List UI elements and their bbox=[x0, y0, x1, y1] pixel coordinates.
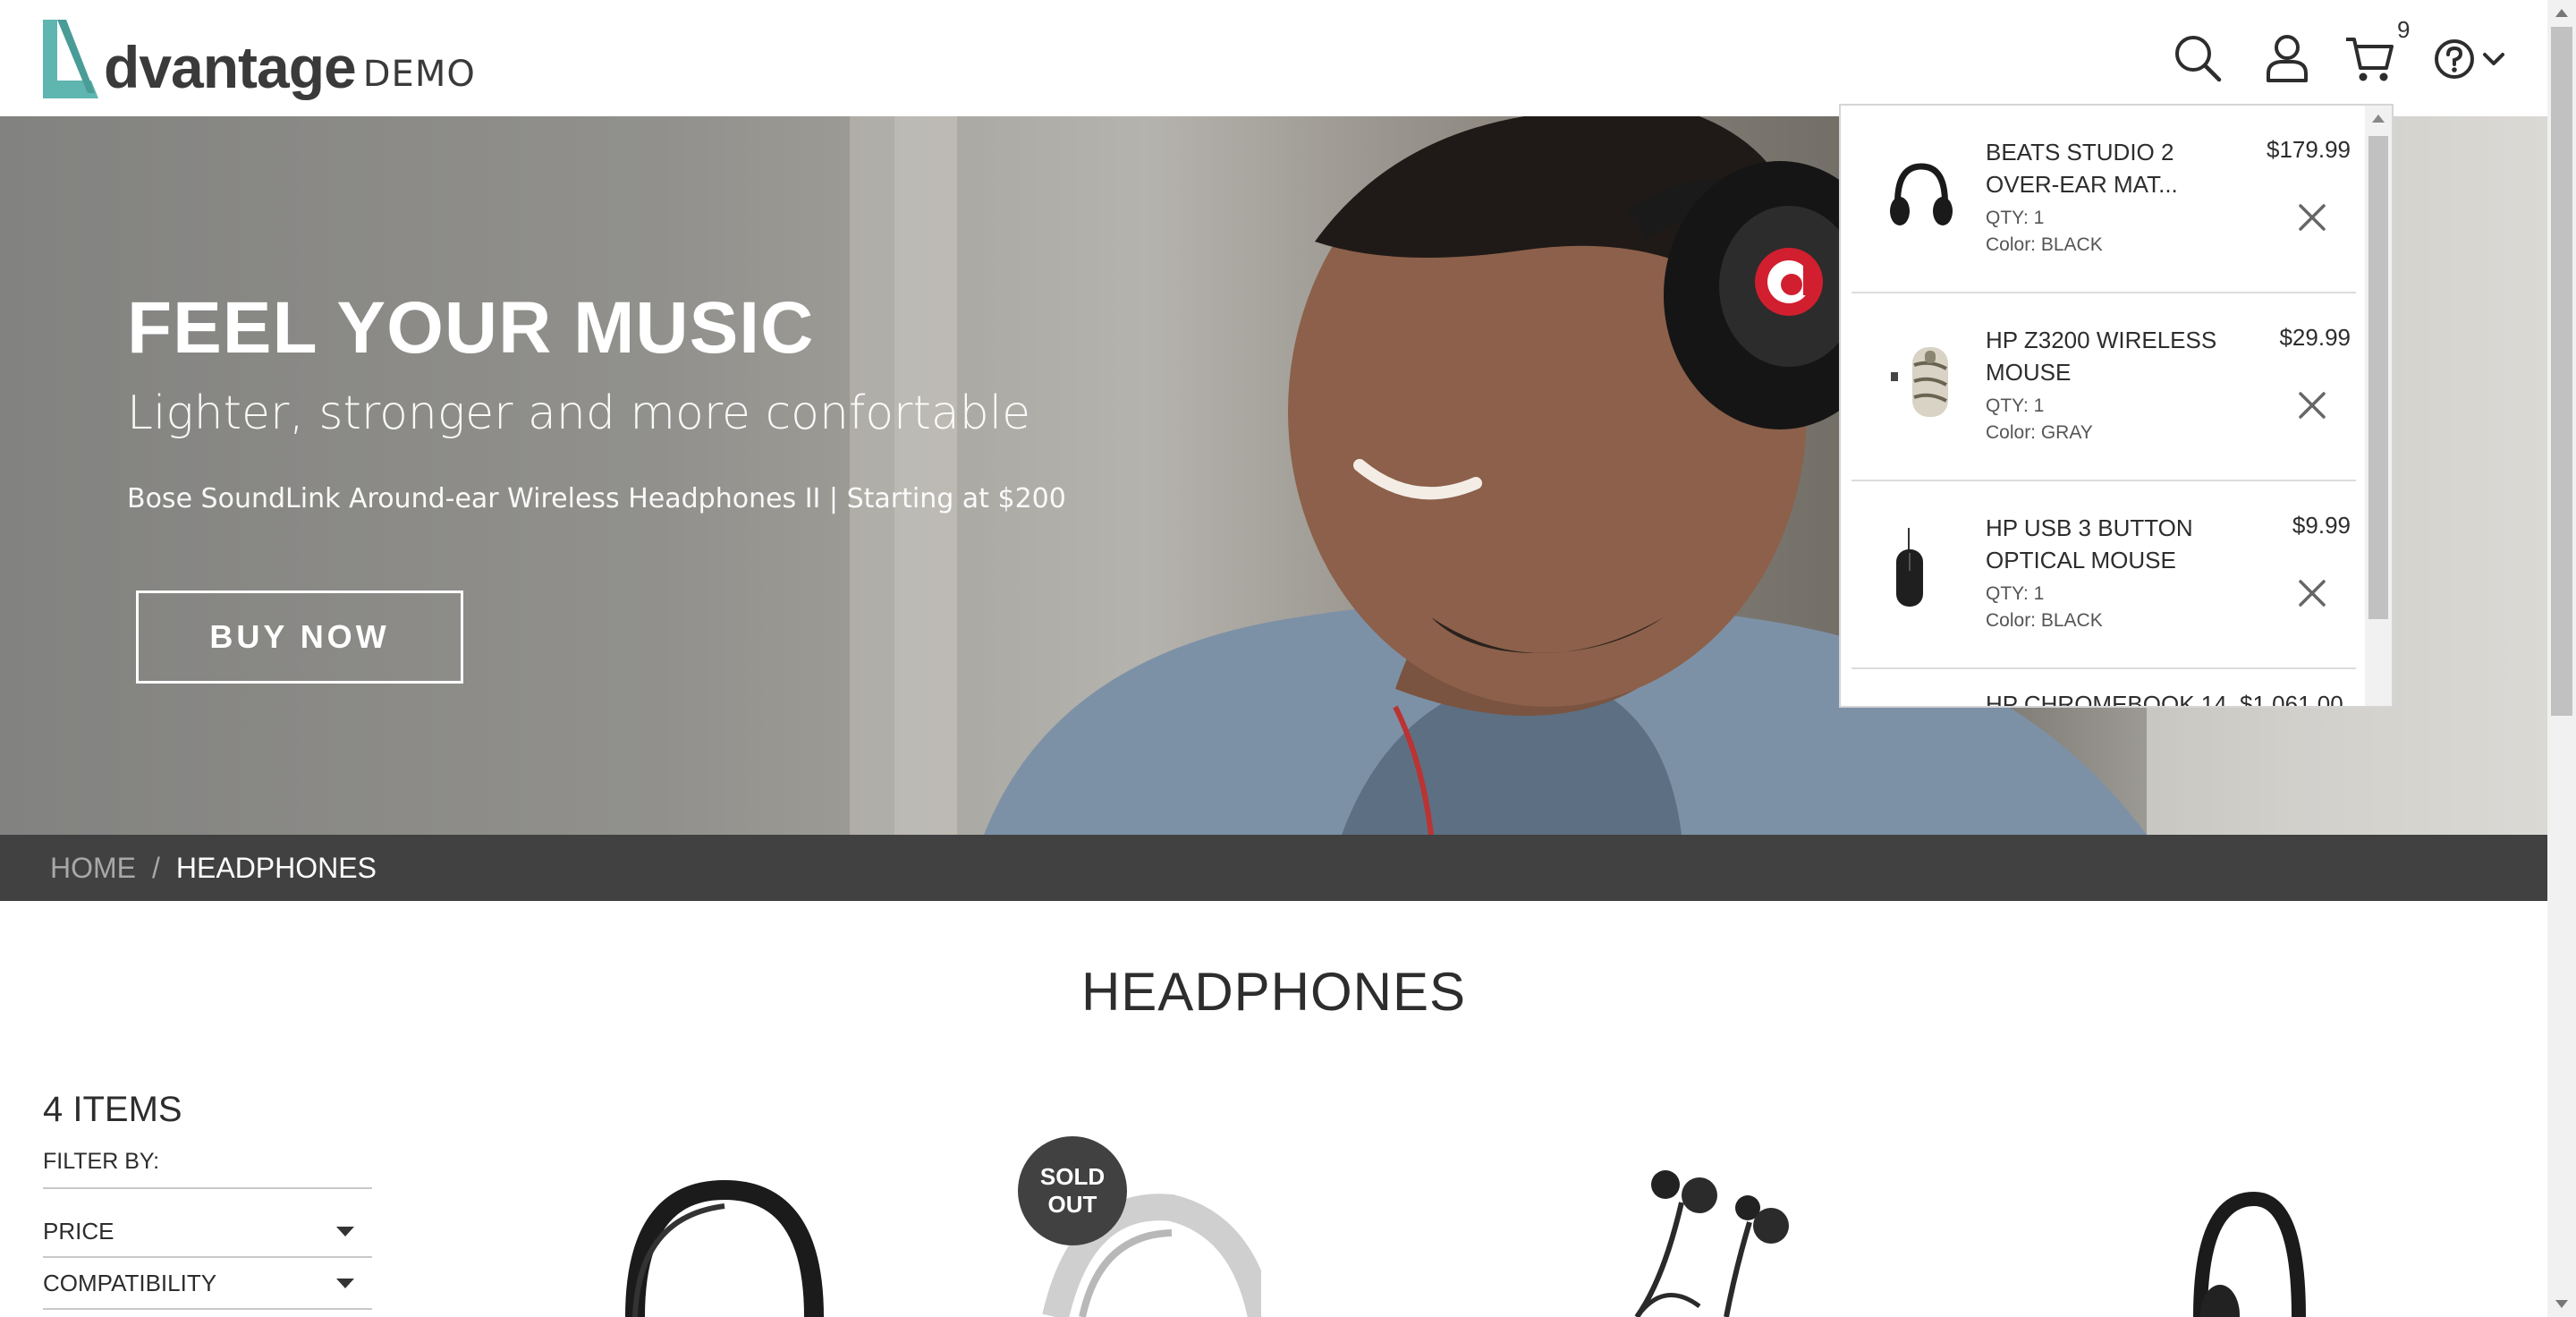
filter-price-label: PRICE bbox=[43, 1217, 114, 1245]
scroll-up-arrow-icon[interactable] bbox=[2372, 115, 2385, 123]
scroll-down-arrow-icon[interactable] bbox=[2555, 1300, 2568, 1308]
cart-popup-scroll-thumb[interactable] bbox=[2368, 136, 2388, 619]
filter-compatibility[interactable]: COMPATIBILITY bbox=[43, 1258, 372, 1310]
remove-item-icon[interactable] bbox=[2295, 576, 2329, 610]
filter-compatibility-label: COMPATIBILITY bbox=[43, 1269, 217, 1296]
remove-item-icon[interactable] bbox=[2295, 388, 2329, 422]
scroll-up-arrow-icon[interactable] bbox=[2555, 9, 2568, 17]
caret-down-icon bbox=[336, 1278, 354, 1288]
hero-description: Bose SoundLink Around-ear Wireless Headp… bbox=[127, 483, 1066, 514]
logo[interactable]: dvantage DEMO bbox=[39, 14, 476, 104]
hero-subtitle: Lighter, stronger and more confortable bbox=[127, 387, 1031, 440]
help-menu[interactable] bbox=[2433, 36, 2506, 82]
search-icon[interactable] bbox=[2172, 32, 2224, 84]
breadcrumb-home-link[interactable]: HOME bbox=[50, 852, 136, 885]
cart-item-qty: QTY: 1 bbox=[1986, 583, 2045, 604]
cart-item-color: Color: BLACK bbox=[1986, 610, 2103, 631]
page-title: HEADPHONES bbox=[1080, 962, 1467, 1022]
product-image-1[interactable] bbox=[608, 1163, 841, 1317]
cart-item-price: $29.99 bbox=[2279, 324, 2351, 351]
cart-popup: BEATS STUDIO 2 OVER-EAR MAT... $179.99 Q… bbox=[1839, 104, 2394, 708]
logo-text: dvantage bbox=[104, 34, 357, 100]
logo-demo-label: DEMO bbox=[362, 54, 476, 95]
cart-item-color: Color: GRAY bbox=[1986, 422, 2093, 443]
cart-item-qty: QTY: 1 bbox=[1986, 208, 2045, 228]
help-icon[interactable] bbox=[2433, 38, 2476, 81]
cart-count-badge: 9 bbox=[2397, 16, 2411, 43]
remove-item-icon[interactable] bbox=[2295, 200, 2329, 234]
product-image-4[interactable] bbox=[2165, 1163, 2397, 1317]
headphones-thumbnail bbox=[1885, 150, 1957, 240]
page-scroll-thumb[interactable] bbox=[2551, 27, 2572, 716]
breadcrumb: HOME / HEADPHONES bbox=[0, 835, 2547, 901]
cart-item-qty: QTY: 1 bbox=[1986, 395, 2045, 416]
caret-down-icon bbox=[336, 1226, 354, 1236]
cart-item-1[interactable]: BEATS STUDIO 2 OVER-EAR MAT... $179.99 Q… bbox=[1852, 106, 2356, 293]
page-scrollbar[interactable] bbox=[2547, 0, 2576, 1317]
sold-out-badge: SOLD OUT bbox=[1018, 1136, 1127, 1245]
sold-out-line-2: OUT bbox=[1047, 1191, 1097, 1218]
cart-item-4-price-partial: $1,061.00 bbox=[2240, 691, 2343, 708]
cart-icon[interactable] bbox=[2343, 32, 2395, 84]
site-header: dvantage DEMO 9 bbox=[0, 0, 2547, 116]
cart-item-3[interactable]: HP USB 3 BUTTON OPTICAL MOUSE $9.99 QTY:… bbox=[1852, 481, 2356, 669]
filter-by-label: FILTER BY: bbox=[43, 1149, 372, 1189]
logo-mark-icon bbox=[43, 20, 98, 98]
items-count: 4 ITEMS bbox=[43, 1090, 182, 1129]
buy-now-button[interactable]: BUY NOW bbox=[136, 591, 463, 684]
cart-item-color: Color: BLACK bbox=[1986, 234, 2103, 255]
mouse-thumbnail bbox=[1885, 338, 1957, 428]
sold-out-line-1: SOLD bbox=[1039, 1162, 1106, 1190]
cart-item-name[interactable]: HP Z3200 WIRELESS MOUSE bbox=[1986, 324, 2238, 388]
cart-item-name[interactable]: HP USB 3 BUTTON OPTICAL MOUSE bbox=[1986, 512, 2238, 576]
cart-item-price: $9.99 bbox=[2292, 512, 2351, 539]
breadcrumb-separator: / bbox=[152, 851, 160, 884]
product-image-3[interactable] bbox=[1610, 1163, 1843, 1317]
mouse-thumbnail bbox=[1885, 526, 1957, 616]
hero-title: FEEL YOUR MUSIC bbox=[127, 287, 815, 369]
user-icon[interactable] bbox=[2261, 32, 2313, 84]
cart-item-name[interactable]: BEATS STUDIO 2 OVER-EAR MAT... bbox=[1986, 136, 2238, 200]
cart-item-2[interactable]: HP Z3200 WIRELESS MOUSE $29.99 QTY: 1 Co… bbox=[1852, 293, 2356, 481]
breadcrumb-current: HEADPHONES bbox=[175, 851, 377, 884]
cart-popup-scrollbar[interactable] bbox=[2365, 106, 2392, 706]
cart-item-4-name-partial[interactable]: HP CHROMEBOOK 14 bbox=[1986, 691, 2227, 706]
chevron-down-icon[interactable] bbox=[2481, 47, 2506, 72]
cart-item-price: $179.99 bbox=[2267, 136, 2351, 163]
filter-price[interactable]: PRICE bbox=[43, 1206, 372, 1258]
